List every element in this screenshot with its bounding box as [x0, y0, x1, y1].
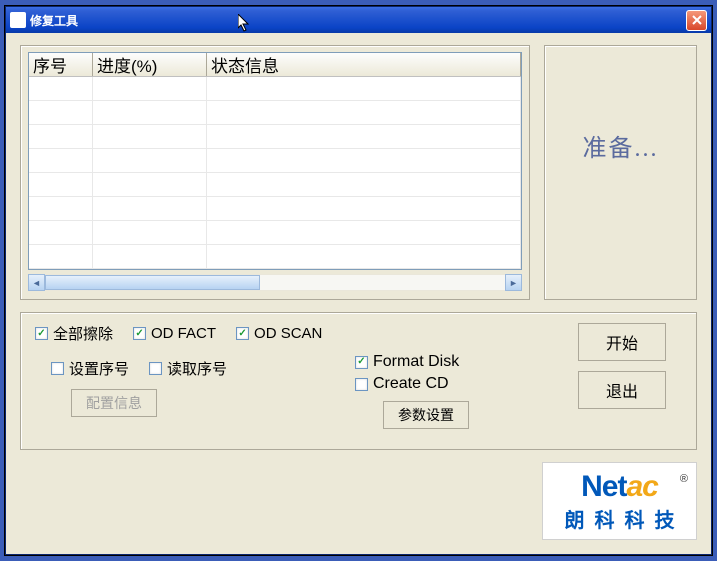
scroll-track[interactable] — [45, 274, 505, 291]
brand-name: Netac — [581, 470, 658, 504]
params-button[interactable]: 参数设置 — [383, 401, 469, 429]
check-icon: ✓ — [236, 327, 249, 340]
checkbox-label: OD SCAN — [254, 325, 322, 342]
grid-header: 序号 进度(%) 状态信息 — [29, 53, 521, 77]
checkbox-label: 读取序号 — [167, 358, 227, 379]
check-icon: ✓ — [35, 327, 48, 340]
checkbox-label: Create CD — [373, 375, 449, 393]
app-icon: ▤ — [10, 12, 26, 28]
check-icon: ✓ — [133, 327, 146, 340]
table-row — [29, 149, 521, 173]
checkbox-label: OD FACT — [151, 325, 216, 342]
titlebar[interactable]: ▤ 修复工具 — [6, 7, 711, 33]
check-icon — [149, 362, 162, 375]
registered-icon: ® — [680, 473, 688, 485]
table-row — [29, 245, 521, 269]
grid-panel: 序号 进度(%) 状态信息 — [20, 45, 530, 300]
table-row — [29, 125, 521, 149]
window-title: 修复工具 — [30, 12, 686, 29]
options-panel: ✓ 全部擦除 ✓ OD FACT ✓ OD SCAN 设置序号 — [20, 312, 697, 450]
table-row — [29, 197, 521, 221]
status-panel: 准备... — [544, 45, 697, 300]
checkbox-label: Format Disk — [373, 353, 459, 371]
column-index[interactable]: 序号 — [29, 53, 93, 76]
table-row — [29, 221, 521, 245]
app-window: ▤ 修复工具 序号 进度(%) 状态信息 — [5, 6, 712, 555]
check-icon: ✓ — [355, 356, 368, 369]
checkbox-od-fact[interactable]: ✓ OD FACT — [133, 325, 216, 342]
column-status[interactable]: 状态信息 — [207, 53, 521, 76]
checkbox-format-disk[interactable]: ✓ Format Disk — [355, 353, 562, 371]
scroll-right-button[interactable]: ► — [505, 274, 522, 291]
brand-logo: ® Netac 朗科科技 — [542, 462, 697, 540]
client-area: 序号 进度(%) 状态信息 — [6, 33, 711, 554]
check-icon — [355, 378, 368, 391]
table-row — [29, 77, 521, 101]
checkbox-create-cd[interactable]: Create CD — [355, 375, 562, 393]
exit-button[interactable]: 退出 — [578, 371, 666, 409]
checkbox-od-scan[interactable]: ✓ OD SCAN — [236, 325, 322, 342]
config-button[interactable]: 配置信息 — [71, 389, 157, 417]
column-progress[interactable]: 进度(%) — [93, 53, 207, 76]
horizontal-scrollbar[interactable]: ◄ ► — [28, 274, 522, 291]
scroll-thumb[interactable] — [45, 275, 260, 290]
start-button[interactable]: 开始 — [578, 323, 666, 361]
checkbox-erase-all[interactable]: ✓ 全部擦除 — [35, 323, 113, 344]
brand-company: 朗科科技 — [565, 504, 685, 533]
checkbox-label: 设置序号 — [69, 358, 129, 379]
check-icon — [51, 362, 64, 375]
checkbox-read-serial[interactable]: 读取序号 — [149, 358, 227, 379]
checkbox-set-serial[interactable]: 设置序号 — [51, 358, 129, 379]
table-row — [29, 173, 521, 197]
checkbox-label: 全部擦除 — [53, 323, 113, 344]
data-grid[interactable]: 序号 进度(%) 状态信息 — [28, 52, 522, 270]
scroll-left-button[interactable]: ◄ — [28, 274, 45, 291]
close-button[interactable] — [686, 10, 707, 31]
grid-body — [29, 77, 521, 269]
table-row — [29, 101, 521, 125]
status-text: 准备... — [583, 128, 659, 163]
